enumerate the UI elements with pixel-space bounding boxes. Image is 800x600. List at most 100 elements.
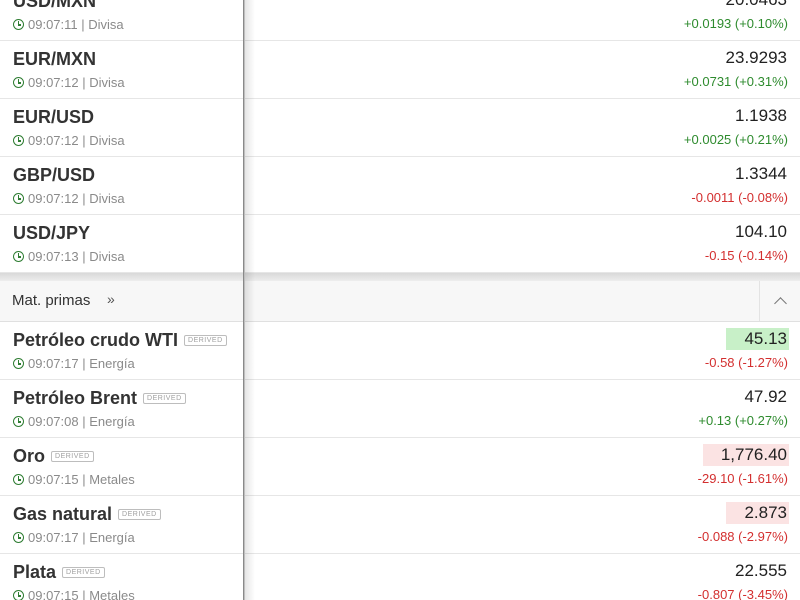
last-price: 1,776.40 xyxy=(702,444,789,466)
instrument-name[interactable]: USD/JPY xyxy=(13,223,90,244)
instrument-name-container: Plata DERIVED xyxy=(13,562,105,583)
panel-divider-shadow xyxy=(245,0,255,600)
instrument-name-container: Petróleo crudo WTI DERIVED xyxy=(13,330,227,351)
price-change: -29.10 (-1.61%) xyxy=(697,471,788,486)
quote-time: 09:07:11 xyxy=(28,17,78,32)
clock-icon xyxy=(13,77,24,88)
quote-time: 09:07:12 xyxy=(28,133,79,148)
quote-time: 09:07:17 xyxy=(28,530,79,545)
commodity-group: Petróleo crudo WTI DERIVED 09:07:17 | Ener… xyxy=(0,322,800,600)
panel-divider xyxy=(243,0,245,600)
derived-badge: DERIVED xyxy=(118,509,161,520)
meta-separator: | xyxy=(78,133,90,148)
instrument-name[interactable]: Gas natural xyxy=(13,504,112,525)
price-change: +0.0193 (+0.10%) xyxy=(683,16,788,31)
last-price: 47.92 xyxy=(744,387,787,406)
quote-row[interactable]: Gas natural DERIVED 09:07:17 | Energía 2.87… xyxy=(0,496,800,554)
last-price: 20.0463 xyxy=(724,0,789,11)
quote-row[interactable]: Petróleo crudo WTI DERIVED 09:07:17 | Ener… xyxy=(0,322,800,380)
meta-separator: | xyxy=(78,588,90,600)
last-price: 104.10 xyxy=(735,222,787,241)
quote-row[interactable]: Petróleo Brent DERIVED 09:07:08 | Energía 4… xyxy=(0,380,800,438)
quote-category: Energía xyxy=(89,414,135,429)
price-change: +0.0731 (+0.31%) xyxy=(683,74,788,89)
commodities-section-header[interactable]: Mat. primas » xyxy=(0,281,800,322)
derived-badge: DERIVED xyxy=(184,335,227,346)
price-change: -0.0011 (-0.08%) xyxy=(691,190,788,205)
clock-icon xyxy=(13,251,24,262)
meta-separator: | xyxy=(78,414,90,429)
clock-icon xyxy=(13,19,24,30)
derived-badge: DERIVED xyxy=(62,567,105,578)
quote-meta: 09:07:11 | Divisa xyxy=(13,17,124,32)
quote-row[interactable]: Oro DERIVED 09:07:15 | Metales 1,776.40 -29.… xyxy=(0,438,800,496)
clock-icon xyxy=(13,135,24,146)
quote-category: Divisa xyxy=(88,17,124,32)
last-price: 23.9293 xyxy=(725,48,787,67)
meta-separator: | xyxy=(78,530,90,545)
chevron-right-icon[interactable]: » xyxy=(107,291,115,307)
currency-group: USD/MXN 09:07:11 | Divisa 20.0463 +0.0193 (… xyxy=(0,0,800,273)
quote-meta: 09:07:12 | Divisa xyxy=(13,133,125,148)
section-title[interactable]: Mat. primas xyxy=(12,292,90,309)
quote-meta: 09:07:08 | Energía xyxy=(13,414,135,429)
quote-time: 09:07:12 xyxy=(28,191,79,206)
instrument-name-container: GBP/USD xyxy=(13,165,95,186)
quote-meta: 09:07:12 | Divisa xyxy=(13,191,125,206)
quote-category: Divisa xyxy=(89,75,125,90)
quote-category: Energía xyxy=(89,530,135,545)
meta-separator: | xyxy=(78,191,90,206)
quote-time: 09:07:17 xyxy=(28,356,79,371)
instrument-name-container: USD/MXN xyxy=(13,0,96,12)
quote-time: 09:07:12 xyxy=(28,75,79,90)
quote-time: 09:07:13 xyxy=(28,249,79,264)
instrument-name-container: Gas natural DERIVED xyxy=(13,504,161,525)
quote-row[interactable]: USD/MXN 09:07:11 | Divisa 20.0463 +0.0193 (… xyxy=(0,0,800,41)
quote-time: 09:07:15 xyxy=(28,588,79,600)
quote-meta: 09:07:12 | Divisa xyxy=(13,75,125,90)
derived-badge: DERIVED xyxy=(143,393,186,404)
price-change: +0.0025 (+0.21%) xyxy=(683,132,788,147)
clock-icon xyxy=(13,474,24,485)
price-change: -0.807 (-3.45%) xyxy=(697,587,788,600)
quote-meta: 09:07:15 | Metales xyxy=(13,472,135,487)
instrument-name[interactable]: Petróleo crudo WTI xyxy=(13,330,178,351)
instrument-name[interactable]: EUR/MXN xyxy=(13,49,96,70)
collapse-button[interactable] xyxy=(759,281,800,321)
instrument-name-container: Petróleo Brent DERIVED xyxy=(13,388,186,409)
quote-row[interactable]: USD/JPY 09:07:13 | Divisa 104.10 -0.15 (-0.… xyxy=(0,215,800,273)
clock-icon xyxy=(13,416,24,427)
quote-row[interactable]: EUR/MXN 09:07:12 | Divisa 23.9293 +0.0731 (… xyxy=(0,41,800,99)
meta-separator: | xyxy=(78,249,90,264)
clock-icon xyxy=(13,532,24,543)
instrument-name[interactable]: USD/MXN xyxy=(13,0,96,12)
quote-meta: 09:07:15 | Metales xyxy=(13,588,135,600)
quote-row[interactable]: Plata DERIVED 09:07:15 | Metales 22.555 -0.8… xyxy=(0,554,800,600)
quote-row[interactable]: GBP/USD 09:07:12 | Divisa 1.3344 -0.0011 (-… xyxy=(0,157,800,215)
section-separator xyxy=(0,273,800,281)
quote-time: 09:07:15 xyxy=(28,472,79,487)
derived-badge: DERIVED xyxy=(51,451,94,462)
last-price: 2.873 xyxy=(726,502,789,524)
quote-category: Metales xyxy=(89,472,135,487)
instrument-name-container: EUR/USD xyxy=(13,107,94,128)
instrument-name-container: Oro DERIVED xyxy=(13,446,94,467)
quote-meta: 09:07:17 | Energía xyxy=(13,530,135,545)
quote-row[interactable]: EUR/USD 09:07:12 | Divisa 1.1938 +0.0025 (+… xyxy=(0,99,800,157)
instrument-name[interactable]: EUR/USD xyxy=(13,107,94,128)
instrument-name[interactable]: Oro xyxy=(13,446,45,467)
quotes-list: USD/MXN 09:07:11 | Divisa 20.0463 +0.0193 (… xyxy=(0,0,800,600)
last-price: 1.1938 xyxy=(735,106,787,125)
instrument-name[interactable]: GBP/USD xyxy=(13,165,95,186)
instrument-name[interactable]: Plata xyxy=(13,562,56,583)
quote-time: 09:07:08 xyxy=(28,414,79,429)
meta-separator: | xyxy=(78,75,90,90)
quotes-screen: USD/MXN 09:07:11 | Divisa 20.0463 +0.0193 (… xyxy=(0,0,800,600)
price-change: -0.58 (-1.27%) xyxy=(704,355,788,370)
last-price: 22.555 xyxy=(735,561,787,580)
instrument-name[interactable]: Petróleo Brent xyxy=(13,388,137,409)
last-price: 1.3344 xyxy=(735,164,787,183)
price-change: -0.088 (-2.97%) xyxy=(697,529,788,544)
instrument-name-container: EUR/MXN xyxy=(13,49,96,70)
meta-separator: | xyxy=(78,356,90,371)
